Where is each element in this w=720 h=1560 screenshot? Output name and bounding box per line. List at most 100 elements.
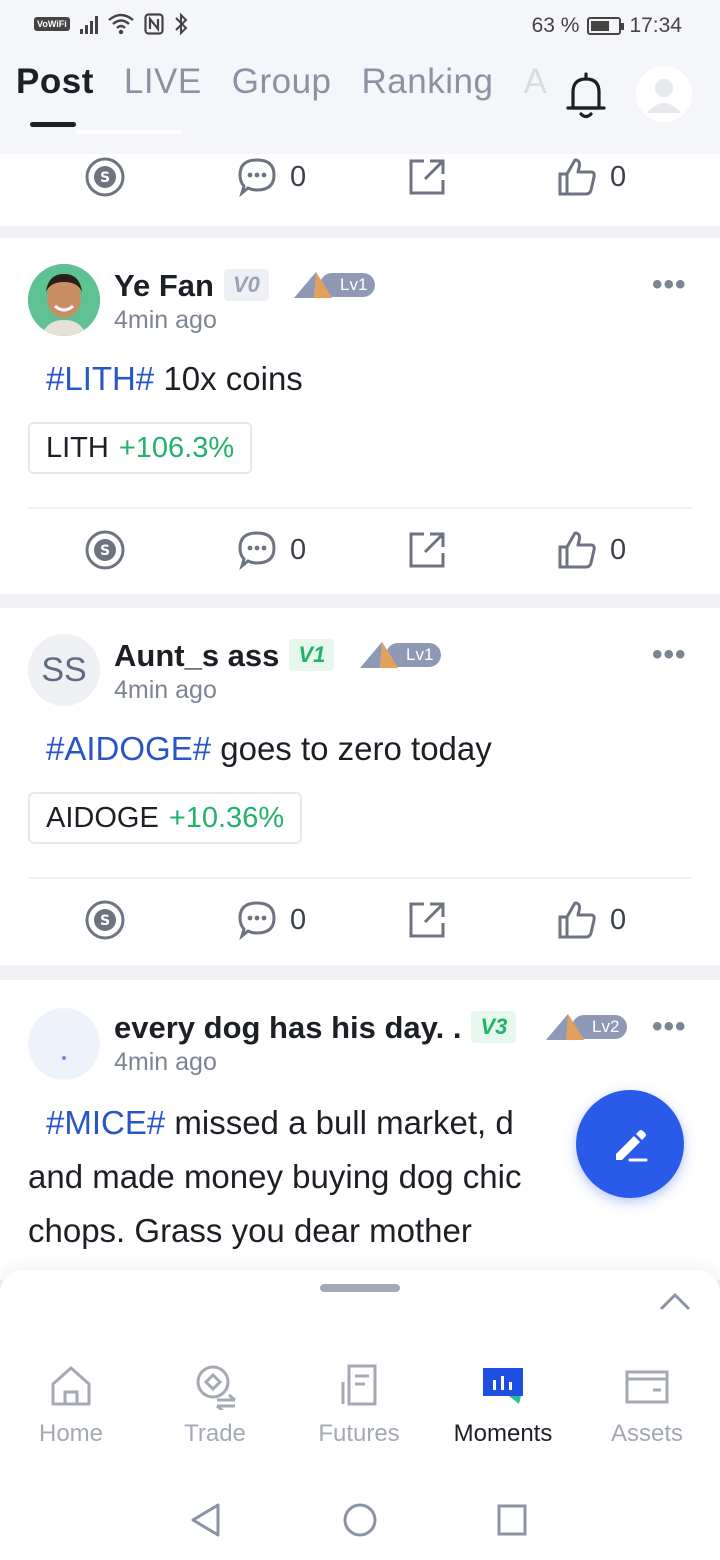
post-text: #AIDOGE# goes to zero today — [28, 722, 692, 776]
tip-button[interactable]: S — [84, 899, 126, 941]
chevron-up-icon[interactable] — [658, 1290, 692, 1312]
like-button[interactable]: 0 — [556, 899, 626, 941]
user-photo-icon — [28, 264, 100, 336]
coin-change: +106.3% — [118, 432, 235, 464]
vip-badge: V3 — [471, 1011, 517, 1043]
nav-label: Home — [38, 1420, 104, 1447]
tip-button[interactable]: S — [84, 156, 126, 198]
post-text-line: chops. Grass you dear mother — [28, 1212, 472, 1249]
home-circle-icon[interactable] — [342, 1502, 378, 1538]
nav-moments[interactable]: Moments — [443, 1362, 563, 1448]
notification-button[interactable] — [562, 70, 610, 122]
level-pyramid-icon — [360, 642, 398, 668]
coin-symbol: AIDOGE — [46, 802, 159, 834]
username-text: Aunt_s ass — [114, 638, 280, 673]
active-tab-indicator — [30, 122, 76, 127]
thumbs-up-icon — [558, 158, 596, 196]
nav-label: Futures — [318, 1420, 400, 1447]
more-options-button[interactable]: ••• — [652, 1010, 687, 1044]
thumbs-up-icon — [558, 531, 596, 569]
tab-more[interactable]: A — [523, 62, 547, 102]
comment-button[interactable]: 0 — [236, 156, 306, 198]
share-button[interactable] — [406, 156, 448, 198]
username-text: Ye Fan — [114, 268, 214, 303]
post-time: 4min ago — [114, 676, 217, 704]
thumbs-up-icon — [558, 901, 596, 939]
post-time: 4min ago — [114, 306, 217, 334]
post-card[interactable]: SS Aunt_s ass V1 Lv1 ••• 4min ago #AIDOGE… — [0, 608, 720, 965]
nav-futures[interactable]: Futures — [299, 1362, 419, 1448]
post-card-partial: S 0 0 — [0, 154, 720, 226]
svg-text:S: S — [100, 543, 110, 559]
like-button[interactable]: 0 — [556, 529, 626, 571]
clock: 17:34 — [629, 14, 682, 37]
battery-icon — [587, 17, 625, 35]
username[interactable]: Ye Fan V0 — [114, 268, 269, 304]
status-bar: VoWiFi 63 % 17:34 — [0, 0, 720, 52]
tab-live[interactable]: LIVE — [124, 62, 202, 102]
like-count: 0 — [610, 160, 627, 193]
username[interactable]: Aunt_s ass V1 — [114, 638, 335, 674]
like-button[interactable]: 0 — [556, 156, 626, 198]
coin-chip[interactable]: AIDOGE +10.36% — [28, 792, 303, 844]
nav-assets[interactable]: Assets — [587, 1362, 707, 1448]
level-pyramid-icon — [546, 1014, 584, 1040]
hashtag-link[interactable]: #LITH# — [46, 360, 154, 397]
post-actions: S 0 0 — [0, 879, 720, 959]
post-actions: S 0 0 — [0, 136, 720, 216]
tab-post[interactable]: Post — [16, 62, 94, 102]
nav-home[interactable]: Home — [11, 1362, 131, 1448]
recents-icon[interactable] — [496, 1502, 528, 1538]
share-icon — [409, 902, 445, 938]
home-icon — [51, 1366, 91, 1406]
comment-count: 0 — [290, 903, 307, 936]
coin-chip[interactable]: LITH +106.3% — [28, 422, 253, 474]
share-button[interactable] — [406, 529, 448, 571]
comment-button[interactable]: 0 — [236, 529, 306, 571]
svg-text:S: S — [100, 913, 110, 929]
bell-icon — [566, 72, 606, 119]
comment-icon — [238, 158, 276, 198]
hashtag-link[interactable]: #AIDOGE# — [46, 730, 211, 767]
post-card[interactable]: Ye Fan V0 Lv1 ••• 4min ago #LITH# 10x coi… — [0, 238, 720, 594]
svg-text:S: S — [100, 170, 110, 186]
comment-button[interactable]: 0 — [236, 899, 306, 941]
coin-symbol: LITH — [46, 432, 109, 464]
compose-post-button[interactable] — [576, 1090, 684, 1198]
drag-handle[interactable] — [320, 1284, 400, 1292]
share-button[interactable] — [406, 899, 448, 941]
moments-icon — [483, 1368, 523, 1404]
nav-trade[interactable]: Trade — [155, 1362, 275, 1448]
signal-icon — [79, 14, 98, 34]
post-actions: S 0 0 — [0, 509, 720, 589]
avatar[interactable]: SS — [28, 634, 100, 706]
coin-tip-icon: S — [85, 530, 125, 570]
status-bar-right: 63 % 17:34 — [532, 14, 682, 38]
like-count: 0 — [610, 533, 627, 566]
futures-icon — [341, 1364, 377, 1406]
status-bar-left: VoWiFi — [34, 12, 188, 36]
tab-ranking[interactable]: Ranking — [362, 62, 494, 102]
tip-button[interactable]: S — [84, 529, 126, 571]
back-icon[interactable] — [188, 1502, 222, 1538]
bottom-nav-sheet: Home Trade Futures Moments Assets — [0, 1270, 720, 1560]
bluetooth-icon — [175, 12, 188, 36]
coin-tip-icon: S — [85, 157, 125, 197]
assets-icon — [625, 1370, 669, 1404]
tab-group[interactable]: Group — [232, 62, 332, 102]
post-time: 4min ago — [114, 1048, 217, 1076]
username[interactable]: every dog has his day. . V3 — [114, 1010, 517, 1046]
avatar[interactable] — [28, 1008, 100, 1080]
vowifi-badge: VoWiFi — [34, 17, 70, 31]
more-options-button[interactable]: ••• — [652, 638, 687, 672]
username-text: every dog has his day. . — [114, 1010, 462, 1045]
nav-label: Trade — [184, 1420, 246, 1447]
more-options-button[interactable]: ••• — [652, 268, 687, 302]
trade-icon — [196, 1365, 236, 1410]
profile-button[interactable] — [636, 66, 692, 122]
avatar-dot — [62, 1056, 66, 1060]
avatar[interactable] — [28, 264, 100, 336]
nav-label: Assets — [610, 1420, 684, 1447]
hashtag-link[interactable]: #MICE# — [46, 1104, 165, 1141]
comment-count: 0 — [290, 533, 307, 566]
